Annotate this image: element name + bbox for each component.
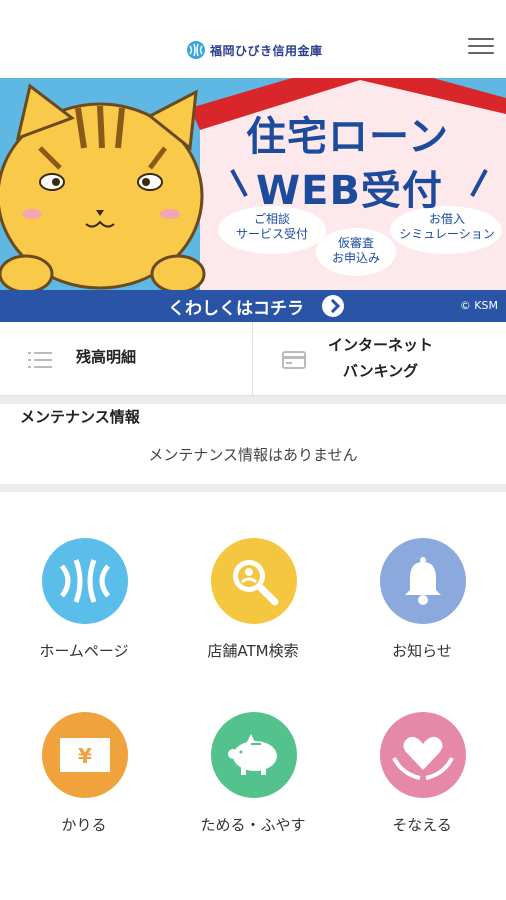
bank-logo: 福岡ひびき信用金庫 [186,40,323,60]
news-label: お知らせ [392,642,452,660]
save-invest-tile[interactable]: ためる・ふやす [169,712,337,862]
chevron-right-icon [322,295,344,317]
banner-copyright: © KSM [459,299,498,312]
banner-bubble-consult: ご相談 サービス受付 [235,212,308,241]
balance-button[interactable]: 残高明細 [0,322,253,396]
save-invest-label: ためる・ふやす [200,816,306,834]
prepare-circle [380,712,466,798]
borrow-label: かりる [61,816,107,834]
divider [0,396,506,404]
svg-text:¥: ¥ [78,744,92,768]
atm-search-circle [211,538,297,624]
divider [0,484,506,492]
search-icon [233,560,279,606]
banner-title: 住宅ローン [246,114,449,160]
hibiki-logo-icon [59,559,111,603]
list-icon [28,352,52,368]
news-circle [380,538,466,624]
card-icon [282,351,306,369]
quick-actions: 残高明細 インターネット バンキング [0,322,506,396]
banner-cta-text: くわしくはコチラ [168,299,304,319]
borrow-tile[interactable]: ¥ かりる [0,712,168,862]
app-header: 福岡ひびき信用金庫 [0,0,506,78]
netbanking-button[interactable]: インターネット バンキング [254,322,506,396]
banner-cta-bar[interactable]: くわしくはコチラ © KSM [0,290,506,322]
banner-subtitle: WEB受付 [256,168,443,214]
homepage-tile[interactable]: ホームページ [0,538,168,688]
homepage-label: ホームページ [39,642,129,660]
homepage-circle [42,538,128,624]
netbanking-label: インターネット バンキング [328,336,434,380]
bell-icon [405,557,441,605]
balance-label: 残高明細 [76,348,137,366]
borrow-circle: ¥ [42,712,128,798]
news-tile[interactable]: お知らせ [338,538,506,688]
atm-search-tile[interactable]: 店舗ATM検索 [169,538,337,688]
prepare-label: そなえる [392,816,452,834]
banner-bubble-prereview: 仮審査 お申込み [331,236,380,265]
yen-card-icon: ¥ [60,738,110,772]
hamburger-menu-icon[interactable] [468,38,494,58]
home-loan-banner[interactable]: 住宅ローン WEB受付 ご相談 サービス受付 仮審査 お申込み お借入 シミュレーショ… [0,78,506,322]
heart-hands-icon [392,736,454,780]
hibiki-logo-icon [187,41,205,59]
bank-name: 福岡ひびき信用金庫 [210,43,323,58]
prepare-tile[interactable]: そなえる [338,712,506,862]
atm-search-label: 店舗ATM検索 [207,642,299,660]
banner-bubble-simulation: お借入 シミュレーション [399,212,495,241]
save-invest-circle [211,712,297,798]
piggy-bank-icon [228,734,277,775]
maintenance-message: メンテナンス情報はありません [148,446,358,464]
maintenance-title: メンテナンス情報 [20,408,140,426]
